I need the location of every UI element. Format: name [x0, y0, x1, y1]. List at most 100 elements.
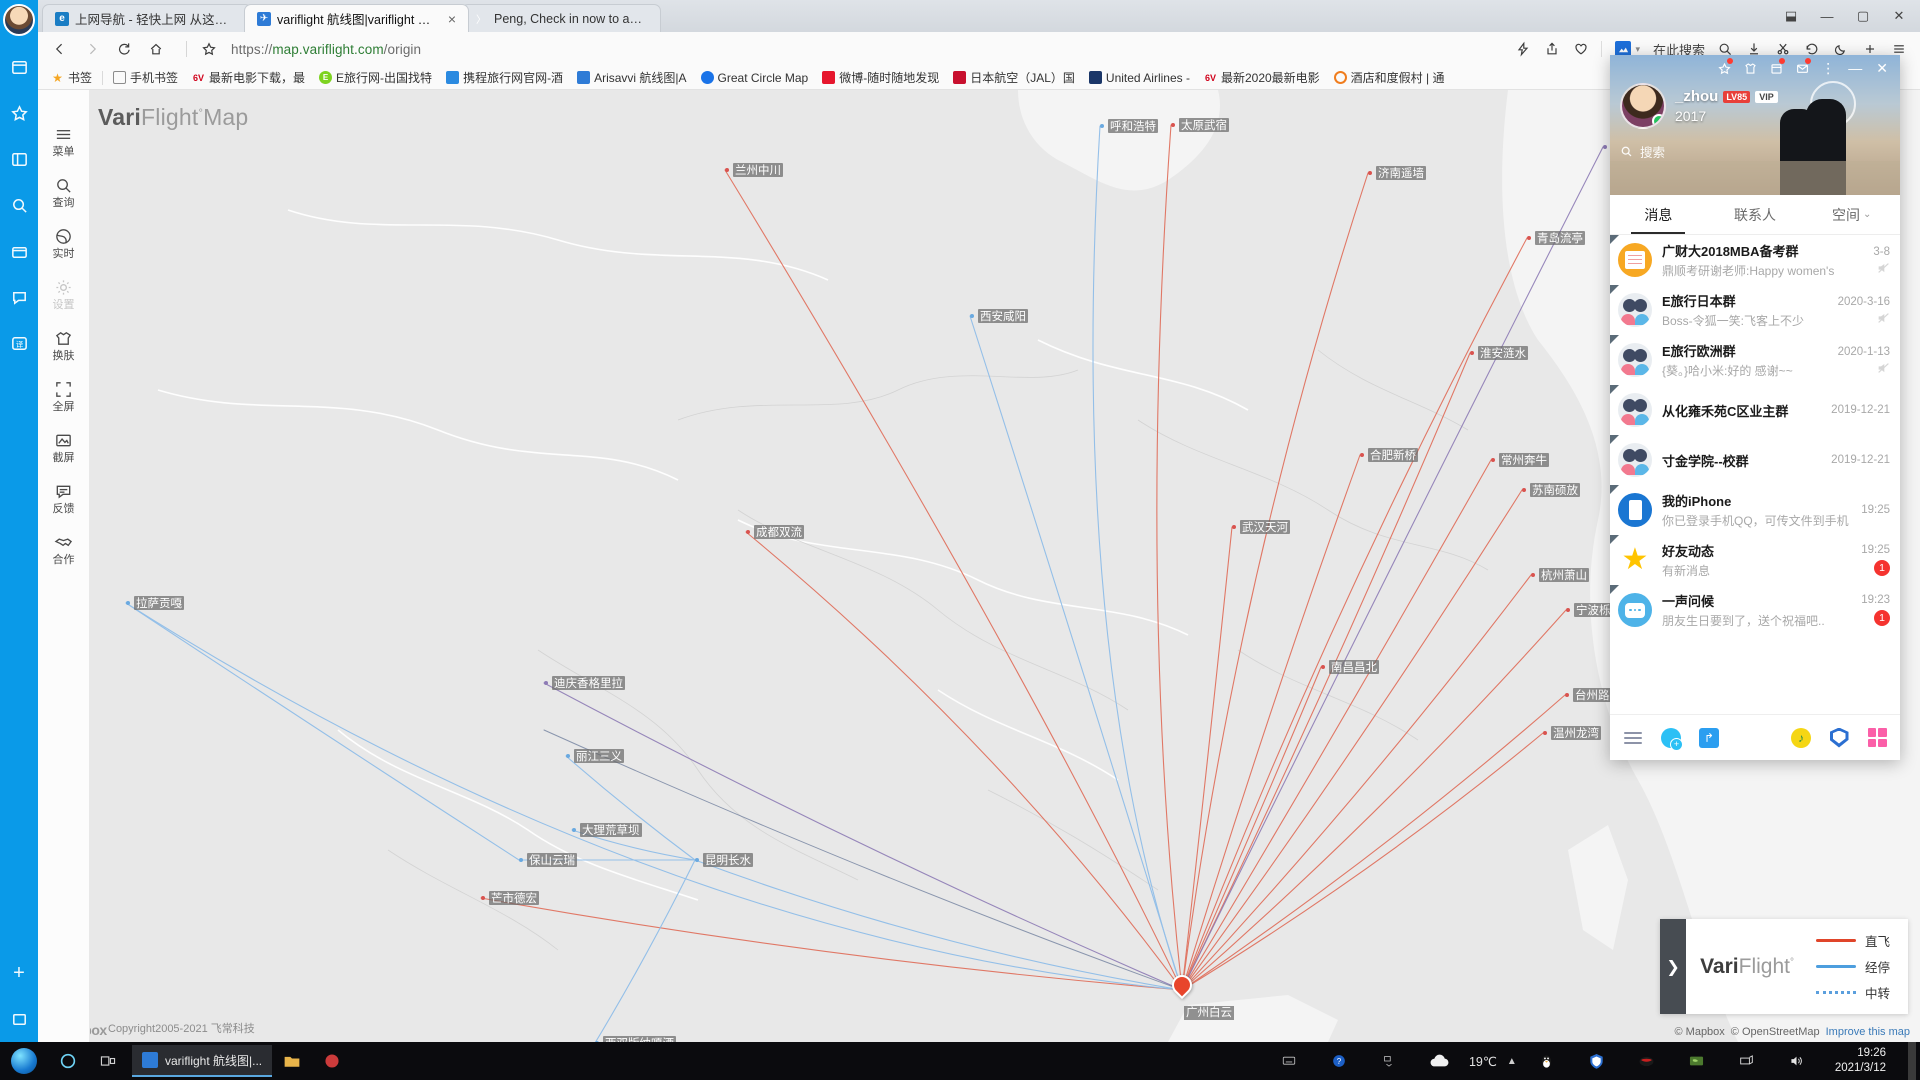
back-icon[interactable] — [46, 36, 74, 62]
qq-penguin-icon[interactable] — [1527, 1042, 1567, 1080]
os-side-dock[interactable]: 译 + — [0, 0, 38, 1042]
map-city-label[interactable]: 常州奔牛 — [1491, 453, 1549, 467]
map-tool-handshake[interactable]: 合作 — [38, 524, 90, 575]
heart-icon[interactable] — [1568, 36, 1594, 62]
map-tool-menu[interactable]: 菜单 — [38, 116, 90, 167]
dressup-icon[interactable] — [1738, 57, 1762, 79]
bookmark-item[interactable]: 6V 最新电影下载，最 — [185, 67, 312, 89]
qq-chat-item[interactable]: E旅行欧洲群 {葵。}哈小米:好的 感谢~~ 2020-1-13 — [1610, 335, 1900, 385]
bookmark-item[interactable]: 6V 最新2020最新电影 — [1197, 67, 1327, 89]
maximize-button[interactable]: ▢ — [1846, 3, 1880, 29]
map-city-label[interactable]: 迪庆香格里拉 — [544, 676, 625, 690]
map-city-label[interactable]: 温州龙湾 — [1543, 726, 1601, 740]
show-desktop-button[interactable] — [1908, 1042, 1916, 1080]
map-city-label[interactable]: 太原武宿 — [1171, 118, 1229, 132]
bookmark-item[interactable]: United Airlines - — [1082, 67, 1197, 89]
browser-tab-1[interactable]: ✈ variflight 航线图|variflight 航线图 × — [244, 4, 469, 32]
tray-expand-arrow[interactable]: ▲ — [1507, 1056, 1517, 1067]
collect-icon[interactable]: ⬓ — [1774, 3, 1808, 29]
qq-chat-list[interactable]: 广财大2018MBA备考群 鼎顺考研谢老师:Happy women's 3-8 E旅行… — [1610, 235, 1900, 714]
map-city-label[interactable]: 青岛流亭 — [1527, 231, 1585, 245]
qq-chat-item[interactable]: 广财大2018MBA备考群 鼎顺考研谢老师:Happy women's 3-8 — [1610, 235, 1900, 285]
qq-profile[interactable]: _zhou LV85 VIP 2017 — [1610, 81, 1900, 129]
favorites-icon[interactable] — [4, 98, 34, 128]
bookmark-item[interactable]: 日本航空（JAL）国 — [946, 67, 1082, 89]
security-icon[interactable] — [1828, 727, 1850, 749]
mail-icon[interactable] — [312, 1042, 352, 1080]
bookmark-item[interactable]: 携程旅行网官网-酒 — [439, 67, 570, 89]
os-avatar[interactable] — [3, 4, 35, 36]
nvidia-icon[interactable] — [1677, 1042, 1717, 1080]
red-icon[interactable] — [1627, 1042, 1667, 1080]
map-city-label[interactable]: 苏南硕放 — [1522, 483, 1580, 497]
map-city-label[interactable]: 兰州中川 — [725, 163, 783, 177]
downloads-icon[interactable] — [4, 236, 34, 266]
apps-icon[interactable] — [4, 144, 34, 174]
bookmark-item[interactable]: 手机书签 — [106, 67, 185, 89]
attrib-osm[interactable]: © OpenStreetMap — [1731, 1026, 1820, 1038]
apps-grid-icon[interactable] — [1866, 727, 1888, 749]
tab-close-icon[interactable]: × — [448, 11, 456, 27]
bookmark-item[interactable]: E E旅行网-出国找特 — [312, 67, 439, 89]
bookmark-item[interactable]: Arisavvi 航线图|A — [570, 67, 693, 89]
map-city-label[interactable]: 杭州萧山 — [1531, 568, 1589, 582]
map-city-label[interactable]: 呼和浩特 — [1100, 119, 1158, 133]
search-icon[interactable] — [4, 190, 34, 220]
map-city-label[interactable]: 济南遥墙 — [1368, 166, 1426, 180]
map-tool-globe[interactable]: 实时 — [38, 218, 90, 269]
map-city-label[interactable]: 大理荒草坝 — [572, 823, 642, 837]
expand-tray-icon[interactable] — [1369, 1042, 1409, 1080]
dock-add-button[interactable]: + — [4, 958, 34, 988]
qq-chat-item[interactable]: ★ 好友动态 有新消息 19:25 1 — [1610, 535, 1900, 585]
attrib-improve[interactable]: Improve this map — [1826, 1026, 1910, 1038]
map-city-label[interactable]: 芒市德宏 — [481, 891, 539, 905]
calendar-icon[interactable] — [1764, 57, 1788, 79]
messages-icon[interactable] — [4, 282, 34, 312]
taskbar-clock[interactable]: 19:26 2021/3/12 — [1827, 1046, 1898, 1076]
qq-minimize-button[interactable]: — — [1842, 60, 1868, 76]
close-button[interactable]: ✕ — [1882, 3, 1916, 29]
map-city-label[interactable]: 合肥新桥 — [1360, 448, 1418, 462]
cortana-icon[interactable] — [48, 1042, 88, 1080]
forward-icon[interactable] — [78, 36, 106, 62]
mail-icon[interactable] — [1790, 57, 1814, 79]
map-tool-search[interactable]: 查询 — [38, 167, 90, 218]
tab-qzone[interactable]: 空间 ⌄ — [1803, 195, 1900, 234]
map-city-label[interactable]: 西安咸阳 — [970, 309, 1028, 323]
keyboard-icon[interactable] — [1269, 1042, 1309, 1080]
map-city-label[interactable]: 淮安涟水 — [1470, 346, 1528, 360]
menu-icon[interactable] — [1622, 727, 1644, 749]
more-icon[interactable]: ⋮ — [1816, 57, 1840, 79]
map-tool-fullscreen[interactable]: 全屏 — [38, 371, 90, 422]
home-icon[interactable] — [142, 36, 170, 62]
origin-airport-pin[interactable] — [1167, 970, 1197, 1000]
browser-tab-0[interactable]: e 上网导航 - 轻快上网 从这里开始 — [42, 4, 252, 32]
qq-chat-item[interactable]: 一声问候 朋友生日要到了，送个祝福吧.. 19:23 1 — [1610, 585, 1900, 635]
avatar[interactable] — [1620, 83, 1666, 129]
star-icon[interactable] — [1712, 57, 1736, 79]
tab-messages[interactable]: 消息 — [1610, 195, 1707, 234]
bookmark-star-icon[interactable] — [195, 36, 223, 62]
map-tool-shirt[interactable]: 换肤 — [38, 320, 90, 371]
add-friend-icon[interactable] — [1660, 727, 1683, 751]
taskview-icon[interactable] — [88, 1042, 128, 1080]
map-city-label[interactable]: 丽江三义 — [566, 749, 624, 763]
qq-chat-item[interactable]: 我的iPhone 你已登录手机QQ，可传文件到手机 19:25 — [1610, 485, 1900, 535]
map-city-label[interactable]: 拉萨贡嘎 — [126, 596, 184, 610]
dock-more-icon[interactable] — [4, 1004, 34, 1034]
reload-icon[interactable] — [110, 36, 138, 62]
map-city-label[interactable]: 南昌昌北 — [1321, 660, 1379, 674]
network-icon[interactable] — [1727, 1042, 1767, 1080]
group-create-icon[interactable]: ↱ — [1698, 727, 1720, 749]
help-icon[interactable]: ? — [1319, 1042, 1359, 1080]
bookmark-item[interactable]: 微博-随时随地发现 — [815, 67, 946, 89]
taskbar-window-variflight[interactable]: variflight 航线图|... — [132, 1045, 273, 1077]
map-city-label[interactable]: 昆明长水 — [695, 853, 753, 867]
bolt-icon[interactable] — [1510, 36, 1536, 62]
map-city-label[interactable]: 武汉天河 — [1232, 520, 1290, 534]
browser-tab-2[interactable]: 〉 Peng, Check in now to access — [461, 4, 661, 32]
browser-home-icon[interactable] — [4, 52, 34, 82]
share-icon[interactable] — [1539, 36, 1565, 62]
translate-icon[interactable]: 译 — [4, 328, 34, 358]
tab-contacts[interactable]: 联系人 — [1707, 195, 1804, 234]
